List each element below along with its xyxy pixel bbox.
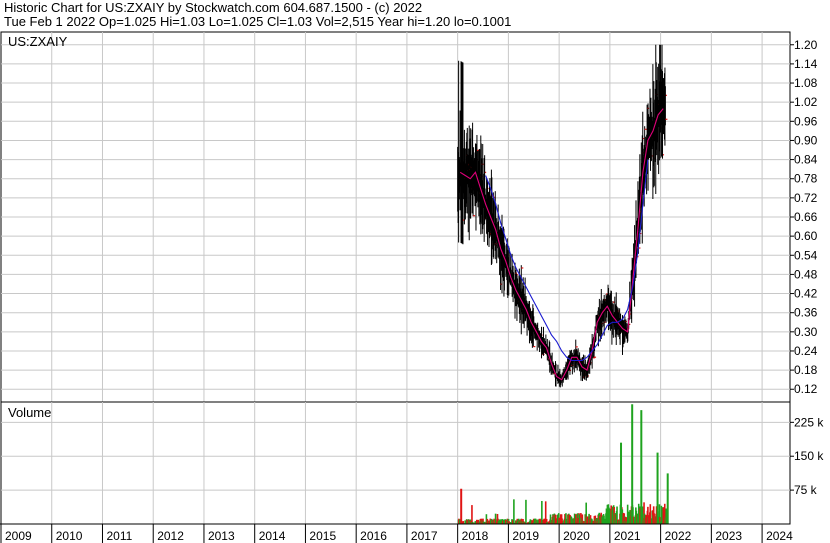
y-tick-label: 0.96 [794,114,818,128]
y-tick-label: 0.42 [794,287,818,301]
volume-bar [541,500,543,524]
y-tick-label: 0.66 [794,210,818,224]
volume-bar [460,488,463,524]
y-tick-label: 0.84 [794,153,818,167]
volume-bar [640,410,643,524]
x-tick-label: 2020 [563,529,590,543]
x-axis-ticks: 2009 2010 2011 2012 2013 2014 2015 2016 2017 2018… [0,524,793,543]
volume-bar [666,473,669,524]
price-panel: US:ZXAIY 1.20 1.14 1.08 1.02 0.96 0.90 0.84 0.7… [0,31,818,403]
y-tick-label: 225 k [794,415,824,429]
volume-plot-frame [0,401,791,525]
x-tick-label: 2016 [360,529,387,543]
volume-bar [471,505,473,524]
y-tick-label: 0.48 [794,267,818,281]
volume-axis-ticks: 225 k 150 k 75 k [790,415,824,497]
x-tick-label: 2009 [5,529,32,543]
x-tick-label: 2012 [157,529,184,543]
y-tick-label: 1.20 [794,38,818,52]
x-tick-label: 2024 [766,529,793,543]
price-axis-ticks: 1.20 1.14 1.08 1.02 0.96 0.90 0.84 0.78 0.72 0.66… [790,38,818,396]
y-tick-label: 0.72 [794,191,818,205]
y-tick-label: 0.78 [794,172,818,186]
x-tick-label: 2013 [208,529,235,543]
y-tick-label: 0.18 [794,363,818,377]
x-axis: 2009 2010 2011 2012 2013 2014 2015 2016 2017 2018… [0,523,793,543]
volume-bar [656,452,659,524]
y-tick-label: 1.14 [794,57,818,71]
y-tick-label: 0.60 [794,229,818,243]
x-tick-label: 2018 [462,529,489,543]
x-tick-label: 2022 [665,529,692,543]
x-tick-label: 2010 [56,529,83,543]
y-tick-label: 1.08 [794,76,818,90]
x-tick-label: 2021 [614,529,641,543]
volume-bar [513,499,515,524]
volume-bar [631,404,634,524]
volume-bar [525,499,527,524]
stock-chart: US:ZXAIY 1.20 1.14 1.08 1.02 0.96 0.90 0.84 0.7… [0,31,824,543]
x-tick-label: 2011 [106,529,132,543]
x-tick-label: 2014 [259,529,286,543]
volume-bar [620,442,623,524]
y-tick-label: 0.90 [794,133,818,147]
y-tick-label: 0.24 [794,344,818,358]
symbol-label: US:ZXAIY [8,34,68,49]
volume-bar [502,519,505,524]
x-tick-label: 2015 [309,529,336,543]
y-tick-label: 75 k [794,483,818,497]
y-tick-label: 150 k [794,449,824,463]
y-tick-label: 0.36 [794,306,818,320]
volume-label: Volume [8,405,51,420]
y-tick-label: 0.54 [794,248,818,262]
x-tick-label: 2019 [512,529,539,543]
volume-bar [578,514,581,524]
y-tick-label: 0.12 [794,382,818,396]
x-tick-label: 2023 [715,529,742,543]
volume-panel: Volume 225 k 150 k 75 k [0,401,824,525]
x-tick-label: 2017 [411,529,438,543]
y-tick-label: 0.30 [794,325,818,339]
y-tick-label: 1.02 [794,95,818,109]
